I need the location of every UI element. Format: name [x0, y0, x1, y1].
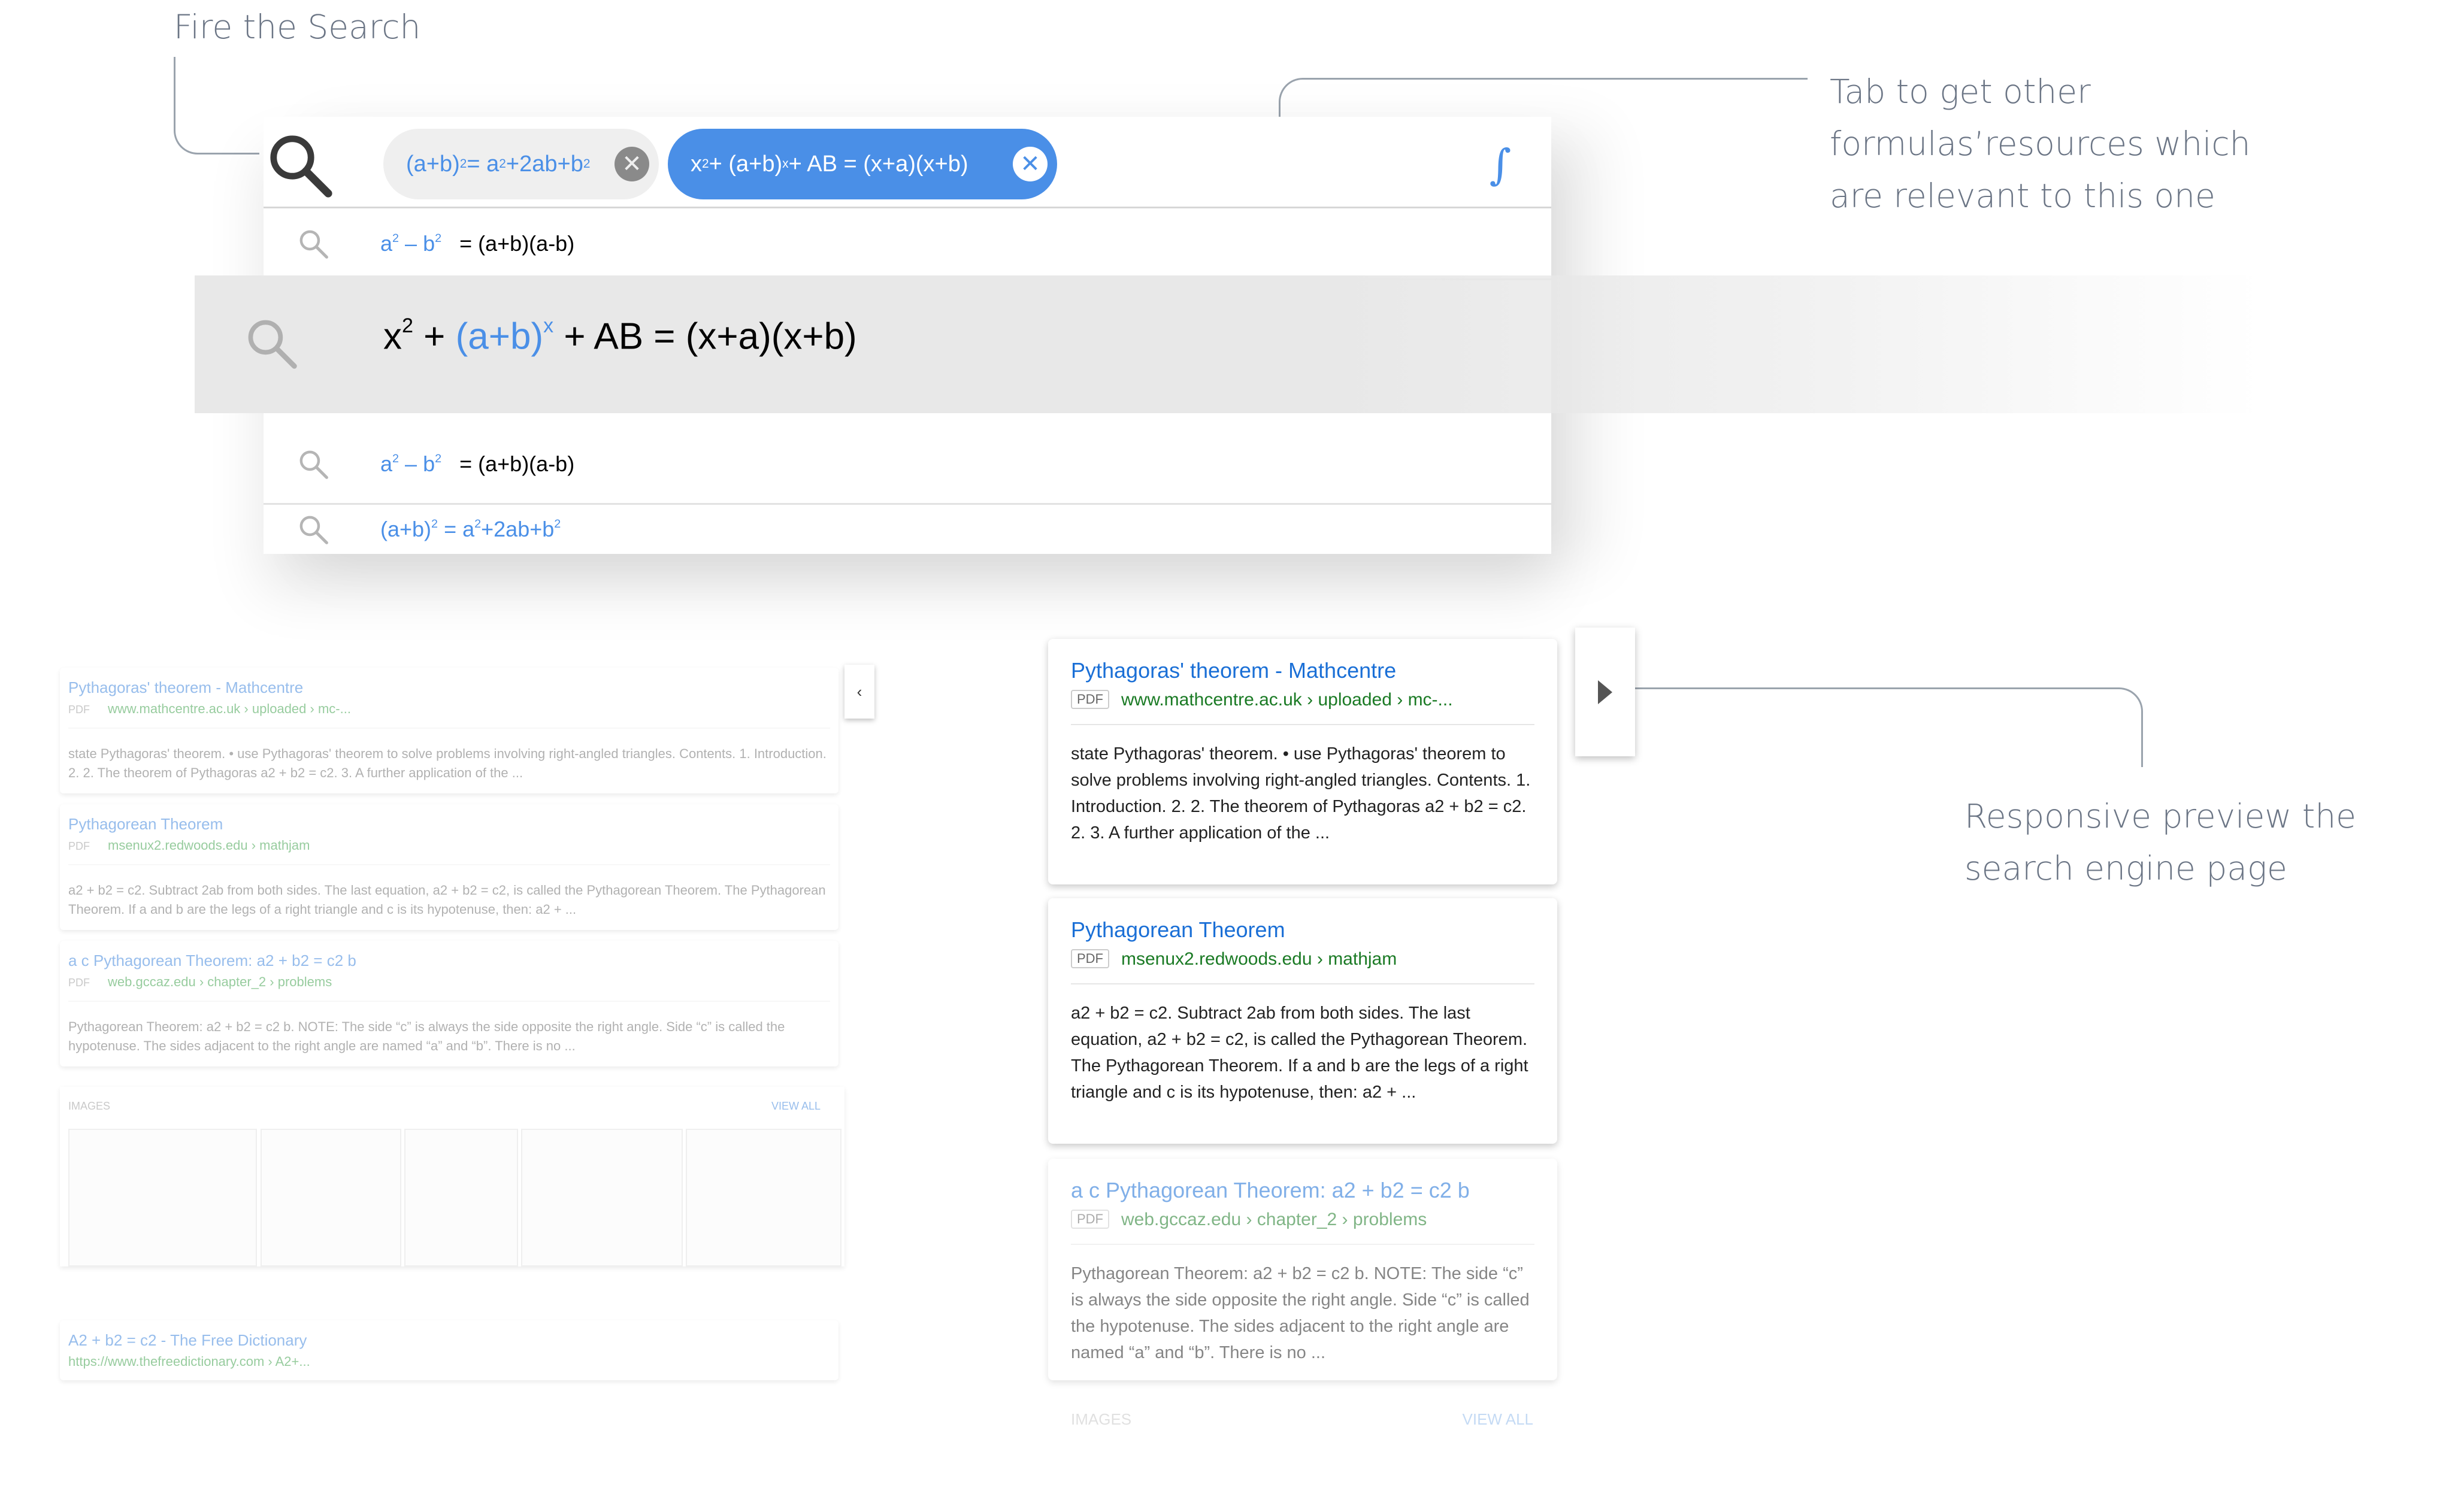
remove-chip-icon[interactable]: ✕: [1013, 147, 1048, 181]
result-url: PDF web.gccaz.edu › chapter_2 › problems: [1071, 1210, 1427, 1230]
annotation-responsive-preview: Responsive preview the search engine pag…: [1964, 797, 2357, 887]
image-thumbnail[interactable]: [521, 1129, 683, 1266]
result-title[interactable]: A2 + b2 = c2 - The Free Dictionary: [68, 1331, 307, 1350]
expand-toggle-button[interactable]: [1575, 628, 1635, 756]
connector-line: [1629, 687, 2143, 767]
connector-line: [174, 57, 259, 154]
search-preview-expanded: Pythagoras' theorem - Mathcentre PDF www.…: [1048, 632, 1587, 1512]
divider: [68, 1001, 830, 1002]
formula-tab-icon[interactable]: ∫: [1476, 141, 1524, 189]
image-thumbnail[interactable]: [261, 1129, 401, 1266]
search-icon: [248, 320, 297, 369]
annotation-tab-resources: Tab to get other formulas’resources whic…: [1830, 72, 2251, 215]
result-title[interactable]: Pythagoras' theorem - Mathcentre: [68, 678, 303, 697]
result-snippet: Pythagorean Theorem: a2 + b2 = c2 b. NOT…: [68, 1019, 785, 1053]
suggestion-formula: (a+b)2 = a2+2ab+b2: [380, 517, 561, 541]
result-title[interactable]: Pythagorean Theorem: [68, 815, 223, 834]
images-section: IMAGES VIEW ALL: [1048, 1392, 1557, 1512]
result-card[interactable]: Pythagorean Theorem PDF msenux2.redwoods.…: [60, 804, 839, 930]
formula-chip-active[interactable]: x2 + (a+b) x + AB = (x+a)(x+b) ✕: [668, 129, 1057, 199]
image-thumbnail[interactable]: [404, 1129, 518, 1266]
result-card[interactable]: a c Pythagorean Theorem: a2 + b2 = c2 b …: [1048, 1159, 1557, 1380]
search-icon[interactable]: [264, 129, 335, 201]
result-url: https://www.thefreedictionary.com › A2+.…: [68, 1354, 310, 1369]
result-title[interactable]: a c Pythagorean Theorem: a2 + b2 = c2 b: [68, 952, 356, 970]
suggestion-formula: x2 + (a+b)x + AB = (x+a)(x+b): [383, 314, 857, 357]
result-url: PDF msenux2.redwoods.edu › mathjam: [1071, 949, 1397, 969]
result-title[interactable]: Pythagorean Theorem: [1071, 917, 1285, 943]
result-card[interactable]: Pythagoras' theorem - Mathcentre PDF www.…: [1048, 639, 1557, 884]
result-snippet: a2 + b2 = c2. Subtract 2ab from both sid…: [68, 883, 826, 917]
search-input-bar[interactable]: (a+b) 2 = a 2 +2ab+b 2 ✕ x2 + (a+b) x + AB = …: [264, 117, 1551, 208]
result-card[interactable]: a c Pythagorean Theorem: a2 + b2 = c2 b …: [60, 941, 839, 1066]
annotation-fire-search: Fire the Search: [174, 8, 421, 46]
result-snippet: Pythagorean Theorem: a2 + b2 = c2 b. NOT…: [1071, 1264, 1530, 1362]
suggestion-item-highlighted[interactable]: x2 + (a+b)x + AB = (x+a)(x+b): [195, 275, 2261, 413]
search-icon: [299, 450, 328, 479]
result-snippet: state Pythagoras' theorem. • use Pythago…: [68, 746, 827, 780]
suggestion-item[interactable]: a2 – b2 = (a+b)(a-b): [264, 425, 1551, 505]
divider: [1071, 983, 1534, 984]
divider: [68, 728, 830, 729]
result-snippet: state Pythagoras' theorem. • use Pythago…: [1071, 744, 1531, 843]
result-url: PDF web.gccaz.edu › chapter_2 › problems: [68, 974, 332, 989]
result-card[interactable]: Pythagorean Theorem PDF msenux2.redwoods.…: [1048, 898, 1557, 1144]
result-card[interactable]: Pythagoras' theorem - Mathcentre PDF www.…: [60, 668, 839, 793]
image-thumbnail[interactable]: [68, 1129, 257, 1266]
result-snippet: a2 + b2 = c2. Subtract 2ab from both sid…: [1071, 1004, 1528, 1102]
result-url: PDF msenux2.redwoods.edu › mathjam: [68, 838, 310, 853]
collapse-left-button[interactable]: ‹: [844, 665, 874, 719]
suggestion-item[interactable]: (a+b)2 = a2+2ab+b2: [264, 505, 1551, 554]
image-thumbnail[interactable]: [686, 1129, 841, 1266]
divider: [1071, 1244, 1534, 1245]
suggestion-formula: a2 – b2 = (a+b)(a-b): [380, 452, 575, 476]
triangle-right-icon: [1598, 680, 1612, 704]
search-icon: [299, 516, 328, 544]
divider: [1071, 724, 1534, 725]
images-label: IMAGES: [68, 1100, 111, 1112]
result-title[interactable]: Pythagoras' theorem - Mathcentre: [1071, 658, 1396, 683]
suggestion-item[interactable]: a2 – b2 = (a+b)(a-b): [264, 208, 1551, 280]
divider: [68, 864, 830, 865]
formula-chip[interactable]: (a+b) 2 = a 2 +2ab+b 2 ✕: [383, 129, 659, 199]
result-url: PDF www.mathcentre.ac.uk › uploaded › mc-…: [68, 701, 351, 716]
result-url: PDF www.mathcentre.ac.uk › uploaded › mc-…: [1071, 690, 1453, 710]
view-all-link[interactable]: VIEW ALL: [1463, 1410, 1534, 1429]
images-section: IMAGES VIEW ALL: [60, 1087, 844, 1266]
view-all-link[interactable]: VIEW ALL: [771, 1100, 821, 1113]
search-preview-collapsed: Pythagoras' theorem - Mathcentre PDF www.…: [60, 668, 856, 1380]
result-card[interactable]: A2 + b2 = c2 - The Free Dictionary https…: [60, 1320, 839, 1380]
remove-chip-icon[interactable]: ✕: [615, 147, 649, 181]
search-icon: [299, 230, 328, 259]
result-title[interactable]: a c Pythagorean Theorem: a2 + b2 = c2 b: [1071, 1178, 1470, 1203]
images-label: IMAGES: [1071, 1410, 1132, 1428]
suggestion-formula: a2 – b2 = (a+b)(a-b): [380, 231, 575, 256]
